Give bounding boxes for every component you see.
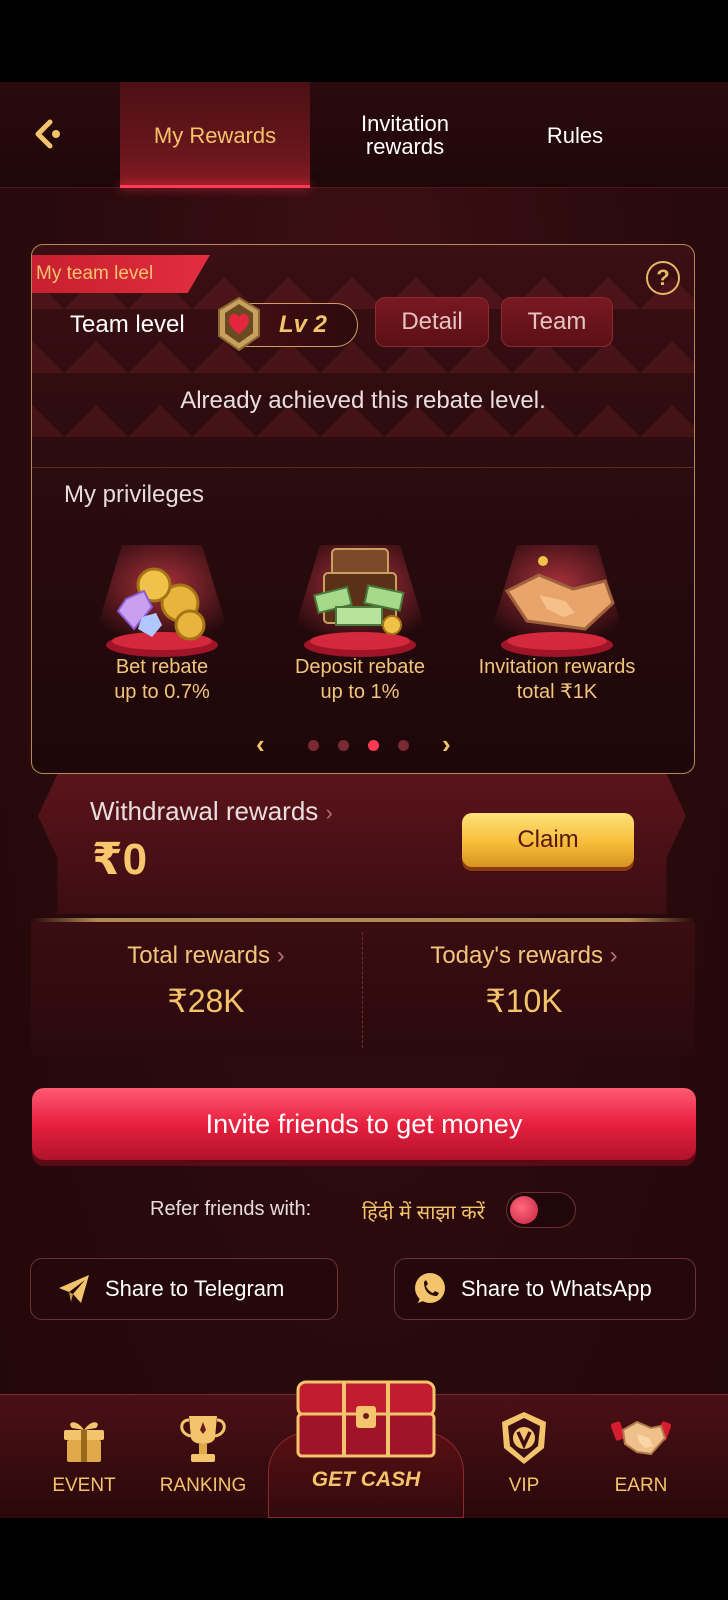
trophy-icon [180, 1416, 226, 1462]
vip-shield-icon [502, 1412, 546, 1464]
tab-my-rewards[interactable]: My Rewards [120, 82, 310, 188]
detail-button[interactable]: Detail [375, 297, 489, 347]
cash-chest-icon [290, 545, 430, 657]
chevron-right-icon: › [609, 942, 618, 969]
treasure-chest-icon [296, 1380, 436, 1458]
nav-get-cash[interactable]: GET CASH [268, 1378, 464, 1518]
chevron-right-icon[interactable]: › [442, 731, 462, 757]
team-button[interactable]: Team [501, 297, 613, 347]
claim-button[interactable]: Claim [462, 813, 634, 867]
nav-ranking[interactable]: RANKING [148, 1402, 258, 1512]
share-telegram-button[interactable]: Share to Telegram [30, 1258, 338, 1320]
telegram-icon [55, 1270, 93, 1308]
todays-rewards-value: ₹10K [485, 983, 563, 1019]
header: My Rewards Invitation rewards Rules [0, 82, 728, 188]
hindi-share-toggle[interactable] [506, 1192, 576, 1228]
withdrawal-rewards-link[interactable]: Withdrawal rewards › [90, 796, 333, 827]
heart-emblem-icon [218, 296, 260, 352]
handshake-icon [487, 545, 627, 657]
refer-language-row: Refer friends with: हिंदी में साझा करें [0, 1192, 728, 1228]
chevron-left-icon[interactable]: ‹ [256, 731, 276, 757]
privilege-invitation-rewards[interactable]: Invitation rewards total ₹1K [457, 537, 657, 707]
status-bar [0, 0, 728, 82]
pager-dot-active[interactable] [368, 740, 379, 751]
privilege-bet-rebate[interactable]: Bet rebate up to 0.7% [62, 537, 262, 707]
privilege-deposit-rebate[interactable]: Deposit rebate up to 1% [260, 537, 460, 707]
tab-invitation-rewards[interactable]: Invitation rewards [325, 82, 485, 188]
refer-label: Refer friends with: [150, 1198, 312, 1220]
share-whatsapp-button[interactable]: Share to WhatsApp [394, 1258, 696, 1320]
todays-rewards[interactable]: Today's rewards › ₹10K [364, 942, 684, 1020]
tab-rules[interactable]: Rules [510, 82, 640, 188]
level-value: Lv 2 [279, 311, 328, 338]
total-rewards-value: ₹28K [167, 983, 245, 1019]
coins-gems-icon [92, 545, 232, 657]
whatsapp-icon [411, 1270, 449, 1308]
nav-earn[interactable]: EARN [586, 1402, 696, 1512]
system-nav-bar [0, 1518, 728, 1600]
back-arrow-icon [35, 119, 60, 149]
privileges-title: My privileges [64, 481, 205, 508]
withdrawal-amount: ₹0 [92, 835, 148, 884]
level-badge: Lv 2 [218, 296, 358, 352]
chevron-right-icon: › [276, 942, 285, 969]
rewards-screen: My Rewards Invitation rewards Rules My t… [0, 82, 728, 1518]
total-rewards[interactable]: Total rewards › ₹28K [46, 942, 366, 1020]
team-level-card: My team level ? Team level Lv 2 Detail T… [31, 244, 695, 774]
back-button[interactable] [26, 112, 70, 156]
help-icon[interactable]: ? [646, 261, 680, 295]
gift-icon [64, 1422, 104, 1462]
pager-dot[interactable] [338, 740, 349, 751]
pager-dot[interactable] [308, 740, 319, 751]
hindi-share-label: हिंदी में साझा करें [362, 1202, 485, 1224]
rebate-status-text: Already achieved this rebate level. [180, 387, 546, 414]
privileges-pager: ‹ › [32, 729, 694, 759]
chevron-right-icon: › [325, 800, 333, 825]
pager-dot[interactable] [398, 740, 409, 751]
handshake-icon [610, 1420, 672, 1456]
nav-event[interactable]: EVENT [29, 1402, 139, 1512]
team-level-label: Team level [70, 311, 185, 338]
team-level-ribbon: My team level [32, 255, 210, 293]
invite-friends-button[interactable]: Invite friends to get money [32, 1088, 696, 1160]
nav-vip[interactable]: VIP [469, 1402, 579, 1512]
